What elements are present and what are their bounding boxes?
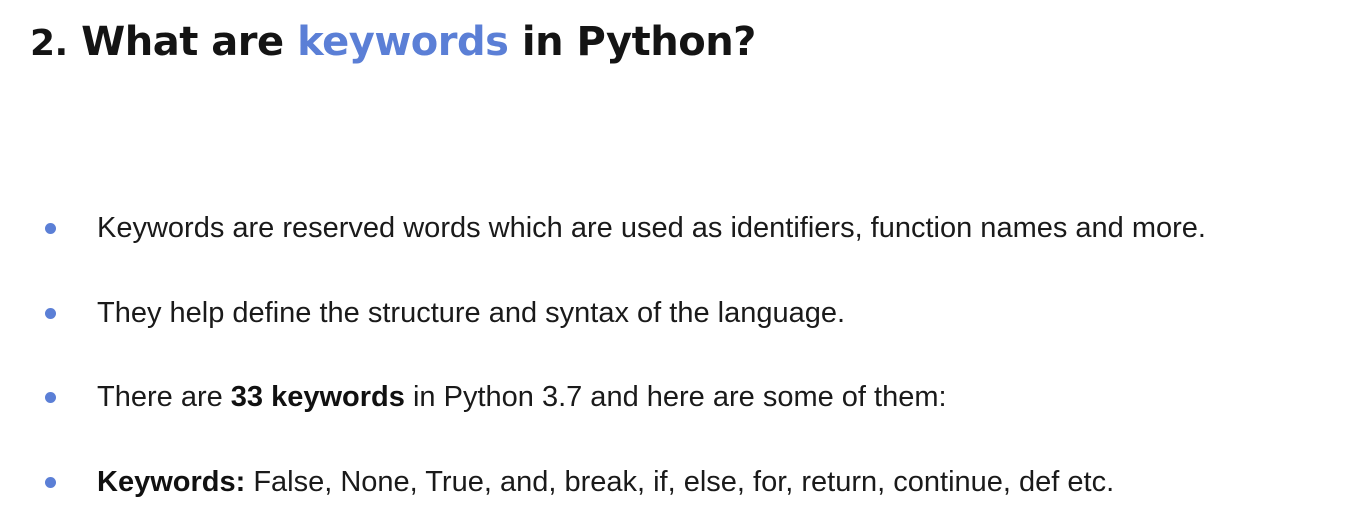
bullet-item: They help define the structure and synta…: [0, 293, 1371, 333]
bullet-lead-text: There are: [97, 381, 223, 413]
bullet-dot-icon: [45, 392, 56, 403]
bullet-dot-icon: [45, 308, 56, 319]
bullet-item: Keywords: False, None, True, and, break,…: [0, 462, 1371, 502]
bullet-text: There are 33 keywords in Python 3.7 and …: [97, 377, 947, 417]
bullet-list: Keywords are reserved words which are us…: [0, 0, 1371, 516]
bullet-rest-text: False, None, True, and, break, if, else,…: [253, 466, 1115, 498]
bullet-text: They help define the structure and synta…: [97, 297, 846, 329]
bullet-item: Keywords are reserved words which are us…: [0, 208, 1371, 248]
bullet-item: There are 33 keywords in Python 3.7 and …: [0, 377, 1371, 417]
bullet-bold-text: Keywords:: [97, 466, 246, 498]
bullet-dot-icon: [45, 477, 56, 488]
bullet-text: Keywords are reserved words which are us…: [97, 212, 1206, 244]
bullet-bold-text: 33 keywords: [230, 381, 405, 413]
bullet-rest-text: in Python 3.7 and here are some of them:: [412, 381, 947, 413]
bullet-text: Keywords: False, None, True, and, break,…: [97, 462, 1114, 502]
slide: 2. What are keywords in Python? Keywords…: [0, 0, 1371, 516]
bullet-dot-icon: [45, 223, 56, 234]
